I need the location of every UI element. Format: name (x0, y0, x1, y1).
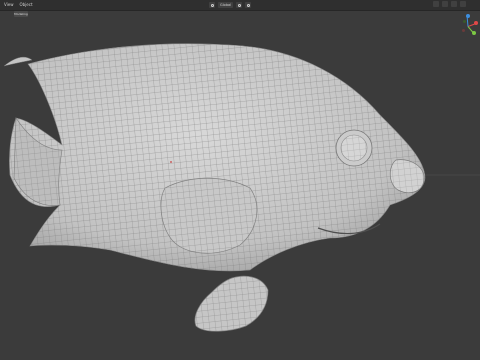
dorsal-fin-tip (3, 56, 33, 67)
scene-canvas (3, 43, 480, 332)
navigation-gizmo[interactable] (460, 14, 480, 46)
gizmo-neg-y-icon[interactable] (463, 20, 466, 23)
gizmo-z-icon[interactable] (466, 14, 470, 18)
gizmo-y-icon[interactable] (472, 31, 476, 35)
snap-icon[interactable] (245, 2, 252, 8)
header-menu: View Object (4, 0, 33, 10)
menu-view[interactable]: View (4, 0, 14, 10)
pivot-icon[interactable] (236, 2, 243, 8)
gizmo-axis-line-z (466, 16, 469, 27)
viewport-shading-tools (433, 1, 466, 7)
wireframe-shading-button[interactable] (433, 1, 439, 7)
rendered-shading-button[interactable] (460, 1, 466, 7)
material-shading-button[interactable] (451, 1, 457, 7)
gizmo-x-icon[interactable] (474, 21, 478, 25)
top-header-bar: View Object Global (0, 0, 480, 11)
gizmo-neg-x-icon[interactable] (462, 29, 465, 32)
orientation-icon[interactable] (209, 2, 215, 8)
3d-viewport[interactable] (0, 11, 480, 360)
transform-orientation-group: Global (209, 1, 252, 9)
solid-shading-button[interactable] (442, 1, 448, 7)
transform-orientation-dropdown[interactable]: Global (218, 2, 234, 8)
3d-cursor-icon[interactable] (170, 161, 172, 163)
menu-object[interactable]: Object (20, 0, 33, 10)
fish-mesh[interactable] (3, 43, 426, 332)
